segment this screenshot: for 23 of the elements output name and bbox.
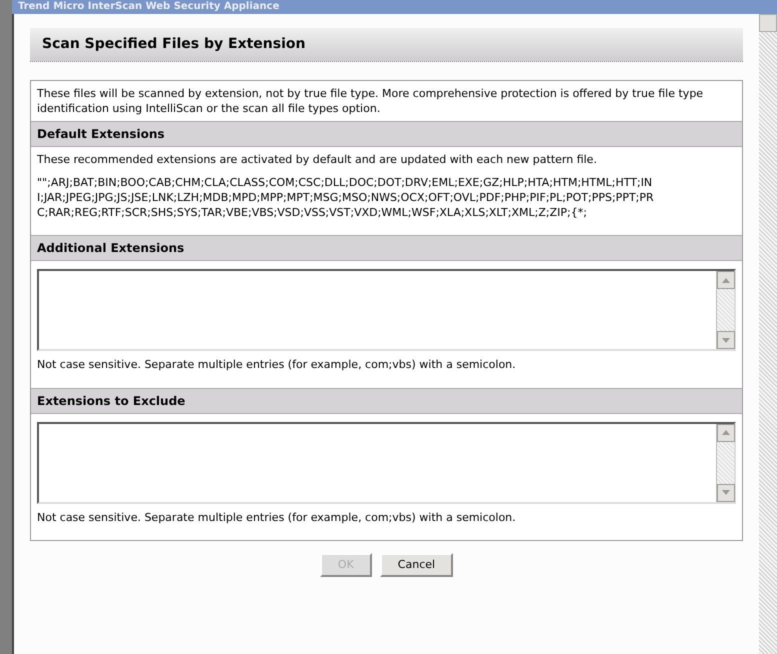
intro-text: These files will be scanned by extension, not by true file type. More comprehensive protection is offered by true file type identification using IntelliScan or the scan all file types option. xyxy=(36,86,704,117)
section-heading: Default Extensions xyxy=(31,121,742,147)
scroll-down-button[interactable] xyxy=(717,331,735,349)
up-arrow-icon xyxy=(722,278,730,282)
extensions-textarea[interactable] xyxy=(37,422,736,504)
window-scrollbar[interactable] xyxy=(759,14,777,654)
hint-text: Not case sensitive. Separate multiple entries (for example, com;vbs) with a semicolon. xyxy=(37,510,517,526)
down-arrow-icon xyxy=(722,490,730,495)
dialog-title: Scan Specified Files by Extension xyxy=(30,28,743,62)
section-heading: Extensions to Exclude xyxy=(31,388,742,414)
up-arrow-icon xyxy=(722,430,730,435)
down-arrow-icon xyxy=(722,338,730,342)
cancel-button[interactable]: Cancel xyxy=(380,553,454,577)
window-title: Trend Micro InterScan Web Security Appliance xyxy=(18,1,280,13)
scrollbar[interactable] xyxy=(716,271,734,349)
extensions-textarea[interactable] xyxy=(37,269,736,351)
scroll-up-button[interactable] xyxy=(717,424,735,442)
section-heading: Additional Extensions xyxy=(31,235,742,261)
hint-text: Not case sensitive. Separate multiple entries (for example, com;vbs) with a semicolon. xyxy=(37,357,517,373)
section-description: These recommended extensions are activated by default and are updated with each new pattern file. xyxy=(37,152,598,167)
scrollbar[interactable] xyxy=(716,424,734,502)
scroll-down-button[interactable] xyxy=(717,484,735,502)
extension-list: "";ARJ;BAT;BIN;BOO;CAB;CHM;CLA;CLASS;COM;CSC;DLL;DOC;DOT;DRV;EML;EXE;GZ;HLP;HTA;HTM;HTML;HTT;INI;JAR;JPEG;JPG;JS;JSE;LNK;LZH;MDB;MPD;MPP;MPT;MSG;MSO;NWS;OCX;OFT;OVL;PDF;PHP;PIF;PL;POT;PPS;PPT;PRC;RAR;REG;RTF;SCR;SHS;SYS;TAR;VBE;VBS;VSD;VSS;VST;VXD;WML;WSF;XLA;XLS;XLT;XML;Z;ZIP;{*; xyxy=(37,175,659,220)
